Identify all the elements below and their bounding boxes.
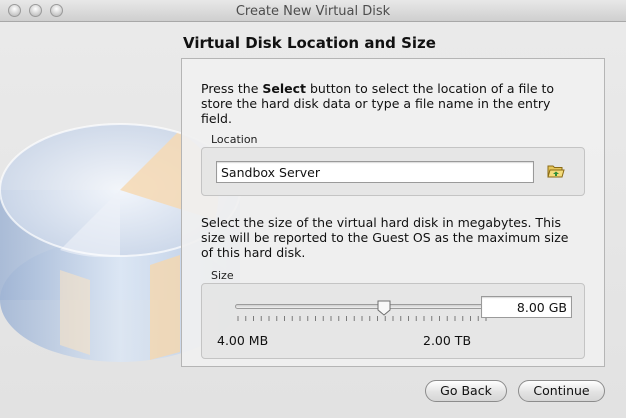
create-virtual-disk-window: Create New Virtual Disk Virtual Disk Loc… [0, 0, 626, 418]
size-value-input[interactable] [481, 296, 572, 318]
location-input[interactable] [216, 161, 534, 183]
title-bar: Create New Virtual Disk [0, 0, 626, 22]
slider-max-label: 2.00 TB [423, 333, 472, 348]
location-instructions: Press the Select button to select the lo… [201, 81, 555, 126]
size-group-label: Size [211, 269, 234, 282]
slider-track[interactable] [235, 304, 487, 309]
size-description: Select the size of the virtual hard disk… [201, 215, 569, 260]
size-group: 4.00 MB 2.00 TB [201, 283, 585, 359]
select-keyword: Select [262, 81, 306, 96]
slider-thumb[interactable] [377, 300, 391, 316]
continue-button[interactable]: Continue [518, 380, 605, 402]
wizard-content: Virtual Disk Location and Size Press the… [0, 22, 626, 418]
location-group [201, 147, 585, 196]
page-heading: Virtual Disk Location and Size [183, 34, 436, 52]
go-back-button[interactable]: Go Back [425, 380, 507, 402]
slider-min-label: 4.00 MB [217, 333, 269, 348]
slider-ticks [237, 316, 487, 321]
options-panel: Press the Select button to select the lo… [181, 58, 605, 367]
folder-open-icon[interactable] [547, 163, 565, 183]
location-group-label: Location [211, 133, 258, 146]
window-title: Create New Virtual Disk [235, 4, 391, 19]
size-slider[interactable] [202, 284, 502, 334]
